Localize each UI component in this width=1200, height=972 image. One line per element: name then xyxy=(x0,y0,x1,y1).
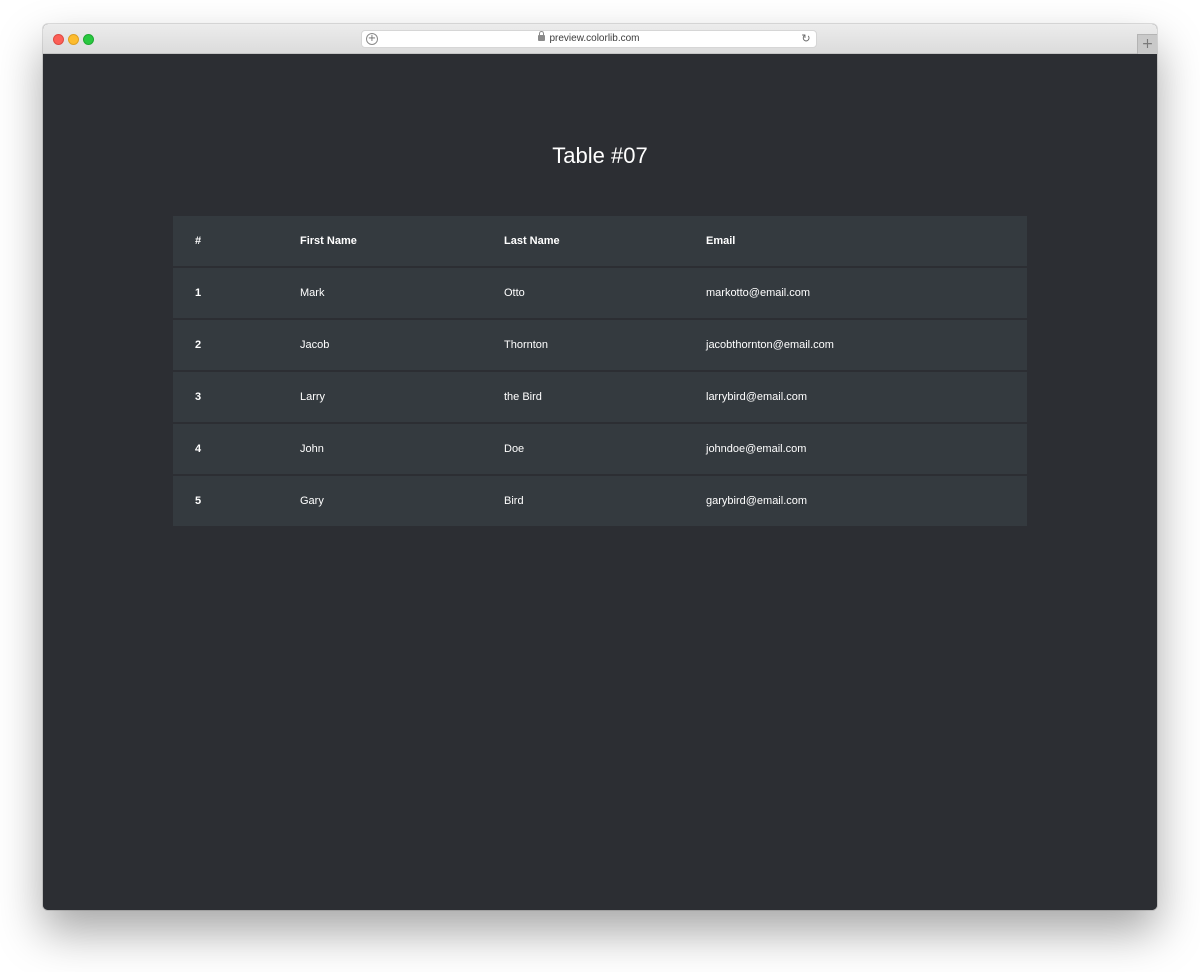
cell-first-name: Mark xyxy=(300,268,324,318)
header-last-name: Last Name xyxy=(504,216,560,266)
cell-last-name: Thornton xyxy=(504,320,548,370)
table-row: 3 Larry the Bird larrybird@email.com xyxy=(173,372,1027,422)
lock-icon xyxy=(538,35,545,41)
browser-window: + preview.colorlib.com ↻ + Table #07 # F… xyxy=(43,24,1157,910)
browser-titlebar: + preview.colorlib.com ↻ + xyxy=(43,24,1157,54)
address-bar[interactable]: + preview.colorlib.com ↻ xyxy=(361,30,817,48)
reload-icon[interactable]: ↻ xyxy=(800,32,812,46)
header-first-name: First Name xyxy=(300,216,357,266)
cell-number: 2 xyxy=(195,320,201,370)
url-text[interactable]: preview.colorlib.com xyxy=(549,33,639,44)
cell-email: markotto@email.com xyxy=(706,268,810,318)
table-header-row: # First Name Last Name Email xyxy=(173,216,1027,266)
cell-last-name: Doe xyxy=(504,424,524,474)
maximize-window-button[interactable] xyxy=(83,34,94,45)
cell-number: 1 xyxy=(195,268,201,318)
cell-number: 3 xyxy=(195,372,201,422)
cell-last-name: Otto xyxy=(504,268,525,318)
header-email: Email xyxy=(706,216,735,266)
new-tab-button[interactable]: + xyxy=(1137,34,1157,54)
page-content: Table #07 # First Name Last Name Email 1… xyxy=(43,54,1157,910)
cell-last-name: Bird xyxy=(504,476,524,526)
cell-number: 4 xyxy=(195,424,201,474)
header-number: # xyxy=(195,216,201,266)
address-text-wrap: preview.colorlib.com xyxy=(362,31,816,47)
table-row: 5 Gary Bird garybird@email.com xyxy=(173,476,1027,526)
cell-first-name: Jacob xyxy=(300,320,329,370)
cell-email: garybird@email.com xyxy=(706,476,807,526)
cell-first-name: Larry xyxy=(300,372,325,422)
page-title: Table #07 xyxy=(43,143,1157,169)
data-table: # First Name Last Name Email 1 Mark Otto… xyxy=(173,216,1027,526)
cell-last-name: the Bird xyxy=(504,372,542,422)
table-row: 4 John Doe johndoe@email.com xyxy=(173,424,1027,474)
close-window-button[interactable] xyxy=(53,34,64,45)
cell-number: 5 xyxy=(195,476,201,526)
table-row: 1 Mark Otto markotto@email.com xyxy=(173,268,1027,318)
cell-first-name: John xyxy=(300,424,324,474)
minimize-window-button[interactable] xyxy=(68,34,79,45)
cell-email: jacobthornton@email.com xyxy=(706,320,834,370)
table-row: 2 Jacob Thornton jacobthornton@email.com xyxy=(173,320,1027,370)
cell-email: larrybird@email.com xyxy=(706,372,807,422)
cell-first-name: Gary xyxy=(300,476,324,526)
cell-email: johndoe@email.com xyxy=(706,424,806,474)
